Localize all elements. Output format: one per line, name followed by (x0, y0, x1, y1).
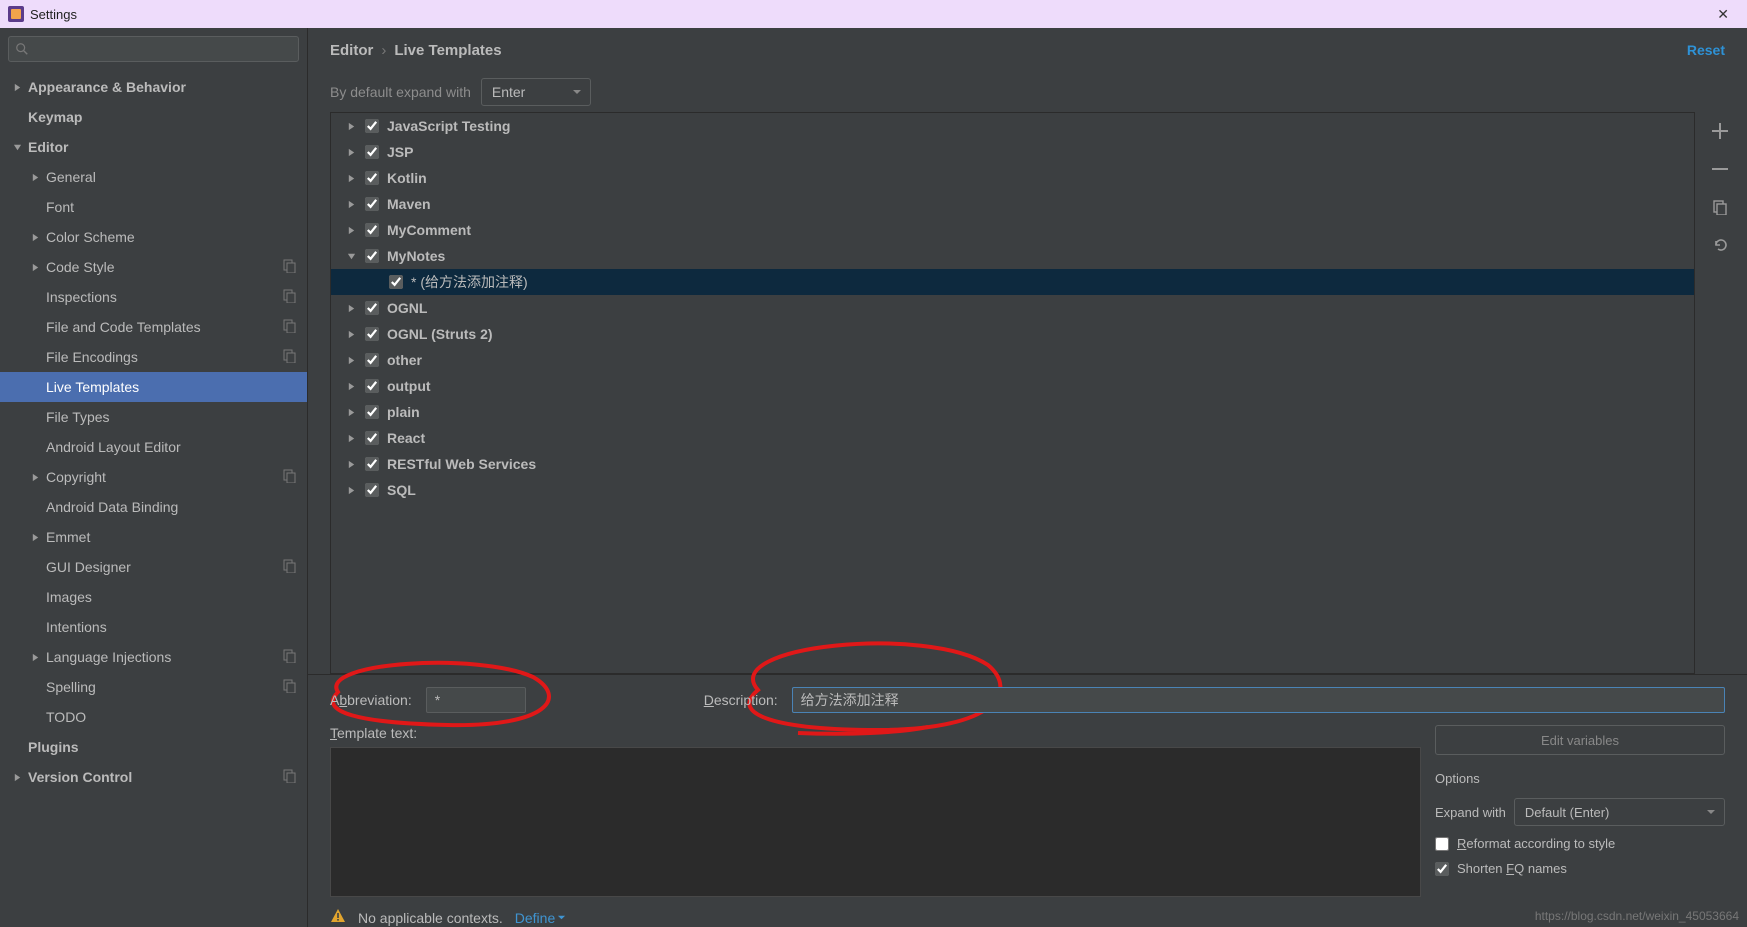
group-checkbox[interactable] (365, 223, 379, 237)
warning-icon (330, 908, 346, 927)
group-checkbox[interactable] (365, 405, 379, 419)
template-group-kotlin[interactable]: Kotlin (331, 165, 1694, 191)
reformat-label: Reformat according to style (1457, 836, 1615, 851)
template-checkbox[interactable] (389, 275, 403, 289)
group-checkbox[interactable] (365, 197, 379, 211)
template-group-plain[interactable]: plain (331, 399, 1694, 425)
group-checkbox[interactable] (365, 171, 379, 185)
template-group-javascript-testing[interactable]: JavaScript Testing (331, 113, 1694, 139)
group-checkbox[interactable] (365, 327, 379, 341)
sidebar-item-android-data-binding[interactable]: Android Data Binding (0, 492, 307, 522)
template-text-input[interactable] (330, 747, 1421, 897)
chevron-down-icon (1706, 805, 1716, 820)
group-checkbox[interactable] (365, 457, 379, 471)
group-checkbox[interactable] (365, 379, 379, 393)
group-checkbox[interactable] (365, 249, 379, 263)
sidebar-item-font[interactable]: Font (0, 192, 307, 222)
template-item[interactable]: * (给方法添加注释) (331, 269, 1694, 295)
edit-variables-button[interactable]: Edit variables (1435, 725, 1725, 755)
window-title: Settings (30, 7, 77, 22)
description-input[interactable] (792, 687, 1725, 713)
group-checkbox[interactable] (365, 145, 379, 159)
template-group-ognl[interactable]: OGNL (331, 295, 1694, 321)
template-group-maven[interactable]: Maven (331, 191, 1694, 217)
copy-icon[interactable] (1711, 198, 1729, 216)
sidebar-item-gui-designer[interactable]: GUI Designer (0, 552, 307, 582)
search-input-wrap[interactable] (8, 36, 299, 62)
title-bar: Settings ✕ (0, 0, 1747, 28)
sidebar-item-file-encodings[interactable]: File Encodings (0, 342, 307, 372)
sidebar-item-spelling[interactable]: Spelling (0, 672, 307, 702)
watermark: https://blog.csdn.net/weixin_45053664 (1535, 909, 1739, 923)
group-checkbox[interactable] (365, 483, 379, 497)
settings-content: Editor›Live Templates Reset By default e… (308, 28, 1747, 927)
sidebar-item-general[interactable]: General (0, 162, 307, 192)
shorten-fq-label: Shorten FQ names (1457, 861, 1567, 876)
template-group-jsp[interactable]: JSP (331, 139, 1694, 165)
settings-tree[interactable]: Appearance & BehaviorKeymapEditorGeneral… (0, 68, 307, 927)
template-group-ognl-struts-2-[interactable]: OGNL (Struts 2) (331, 321, 1694, 347)
template-group-sql[interactable]: SQL (331, 477, 1694, 503)
template-group-output[interactable]: output (331, 373, 1694, 399)
group-checkbox[interactable] (365, 431, 379, 445)
template-group-mynotes[interactable]: MyNotes (331, 243, 1694, 269)
search-input[interactable] (33, 42, 292, 57)
remove-icon[interactable] (1711, 160, 1729, 178)
close-icon[interactable]: ✕ (1707, 6, 1739, 23)
sidebar-item-emmet[interactable]: Emmet (0, 522, 307, 552)
group-checkbox[interactable] (365, 301, 379, 315)
sidebar-item-android-layout-editor[interactable]: Android Layout Editor (0, 432, 307, 462)
template-group-other[interactable]: other (331, 347, 1694, 373)
sidebar-item-inspections[interactable]: Inspections (0, 282, 307, 312)
list-toolbar (1699, 112, 1741, 674)
reset-link[interactable]: Reset (1687, 42, 1725, 58)
group-checkbox[interactable] (365, 353, 379, 367)
sidebar-item-language-injections[interactable]: Language Injections (0, 642, 307, 672)
group-checkbox[interactable] (365, 119, 379, 133)
undo-icon[interactable] (1711, 236, 1729, 254)
sidebar-item-live-templates[interactable]: Live Templates (0, 372, 307, 402)
sidebar-item-copyright[interactable]: Copyright (0, 462, 307, 492)
template-group-mycomment[interactable]: MyComment (331, 217, 1694, 243)
options-title: Options (1435, 771, 1725, 786)
expand-default-label: By default expand with (330, 84, 471, 100)
sidebar-item-version-control[interactable]: Version Control (0, 762, 307, 792)
expand-default-combo[interactable]: Enter (481, 78, 591, 106)
chevron-down-icon (572, 84, 582, 100)
sidebar-item-code-style[interactable]: Code Style (0, 252, 307, 282)
settings-sidebar: Appearance & BehaviorKeymapEditorGeneral… (0, 28, 308, 927)
abbreviation-input[interactable] (426, 687, 526, 713)
shorten-fq-checkbox[interactable] (1435, 862, 1449, 876)
sidebar-item-color-scheme[interactable]: Color Scheme (0, 222, 307, 252)
template-group-restful-web-services[interactable]: RESTful Web Services (331, 451, 1694, 477)
sidebar-item-file-types[interactable]: File Types (0, 402, 307, 432)
sidebar-item-plugins[interactable]: Plugins (0, 732, 307, 762)
sidebar-item-editor[interactable]: Editor (0, 132, 307, 162)
sidebar-item-images[interactable]: Images (0, 582, 307, 612)
expand-with-label: Expand with (1435, 805, 1506, 820)
define-link[interactable]: Define (515, 910, 566, 926)
template-text-label: Template text: (330, 725, 1421, 741)
expand-with-combo[interactable]: Default (Enter) (1514, 798, 1725, 826)
sidebar-item-appearance-behavior[interactable]: Appearance & Behavior (0, 72, 307, 102)
breadcrumb: Editor›Live Templates (330, 42, 502, 59)
search-icon (15, 42, 29, 56)
add-icon[interactable] (1711, 122, 1729, 140)
sidebar-item-keymap[interactable]: Keymap (0, 102, 307, 132)
sidebar-item-file-and-code-templates[interactable]: File and Code Templates (0, 312, 307, 342)
app-icon (8, 6, 24, 22)
template-groups-list[interactable]: JavaScript TestingJSPKotlinMavenMyCommen… (330, 112, 1695, 674)
description-label: Description: (704, 692, 778, 708)
abbreviation-label: Abbreviation: (330, 692, 412, 708)
sidebar-item-intentions[interactable]: Intentions (0, 612, 307, 642)
reformat-checkbox[interactable] (1435, 837, 1449, 851)
sidebar-item-todo[interactable]: TODO (0, 702, 307, 732)
context-message: No applicable contexts. (358, 910, 503, 926)
template-group-react[interactable]: React (331, 425, 1694, 451)
